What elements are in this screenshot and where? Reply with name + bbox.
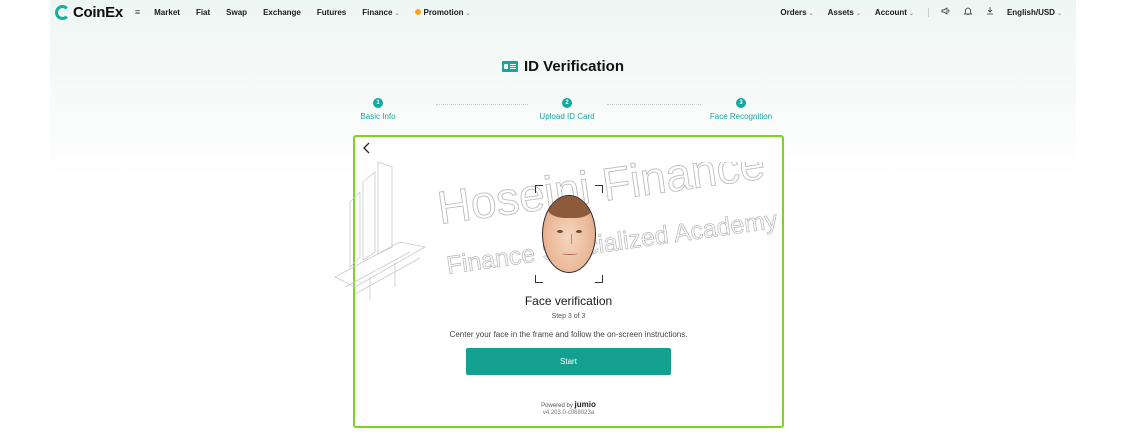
nav-orders[interactable]: Orders ⌄: [780, 8, 813, 17]
nav-promotion[interactable]: Promotion ⌄: [415, 7, 471, 17]
nav-orders-label: Orders: [780, 7, 807, 17]
menu-icon[interactable]: ≡: [135, 7, 140, 17]
step-indicator: Step 3 of 3: [551, 313, 586, 320]
face-eye: [576, 230, 582, 233]
nav-futures[interactable]: Futures: [317, 8, 346, 17]
logo-text: CoinEx: [73, 3, 123, 21]
version-text: v4.203.0-c068023a: [542, 410, 595, 416]
step-upload-id: 2 Upload ID Card: [527, 98, 607, 121]
face-mouth: [562, 252, 578, 255]
page-title: ID Verification: [0, 58, 1126, 75]
face-verification-title: Face verification: [524, 294, 613, 308]
step-number: 1: [373, 98, 383, 108]
nav-assets[interactable]: Assets ⌄: [828, 8, 861, 17]
step-label: Basic Info: [360, 112, 396, 121]
chevron-down-icon: ⌄: [394, 10, 400, 17]
nav-assets-label: Assets: [827, 7, 854, 17]
frame-corner: [595, 185, 603, 193]
start-button[interactable]: Start: [466, 348, 671, 375]
bell-icon[interactable]: [963, 6, 973, 18]
nav-language-label: English/USD: [1006, 7, 1055, 17]
nav-swap[interactable]: Swap: [226, 8, 247, 17]
frame-corner: [535, 185, 543, 193]
face-hair: [547, 196, 593, 218]
nav-market[interactable]: Market: [154, 8, 180, 17]
nav-right: Orders ⌄ Assets ⌄ Account ⌄ English/USD ⌄: [780, 6, 1076, 18]
top-nav: CoinEx ≡ Market Fiat Swap Exchange Futur…: [50, 0, 1076, 24]
nav-account[interactable]: Account ⌄: [875, 8, 914, 17]
speaker-icon[interactable]: [941, 6, 951, 18]
chevron-down-icon: ⌄: [1056, 10, 1062, 17]
instruction-text: Center your face in the frame and follow…: [449, 330, 688, 339]
step-connector: [436, 104, 528, 105]
face-eye: [557, 230, 563, 233]
step-number: 3: [736, 98, 746, 108]
frame-corner: [595, 275, 603, 283]
nav-finance-label: Finance: [362, 7, 393, 17]
step-basic-info: 1 Basic Info: [348, 98, 408, 121]
chevron-down-icon: ⌄: [855, 10, 861, 17]
nav-divider: [927, 7, 929, 17]
powered-by: Powered by jumio: [355, 400, 782, 409]
promotion-icon: [415, 9, 422, 16]
step-face-recognition: 3 Face Recognition: [696, 98, 786, 121]
page: CoinEx ≡ Market Fiat Swap Exchange Futur…: [0, 0, 1126, 436]
back-arrow-icon[interactable]: [362, 141, 372, 157]
download-icon[interactable]: [985, 6, 995, 18]
jumio-logo: jumio: [574, 400, 596, 409]
chevron-down-icon: ⌄: [465, 10, 471, 17]
nav-exchange[interactable]: Exchange: [263, 8, 301, 17]
frame-corner: [535, 275, 543, 283]
nav-language[interactable]: English/USD ⌄: [1007, 8, 1062, 17]
face-nose: [568, 234, 572, 244]
step-number: 2: [562, 98, 572, 108]
powered-by-label: Powered by: [541, 403, 573, 409]
step-label: Face Recognition: [709, 112, 773, 121]
nav-fiat[interactable]: Fiat: [196, 8, 210, 17]
chevron-down-icon: ⌄: [908, 10, 914, 17]
face-illustration: [542, 195, 596, 273]
step-label: Upload ID Card: [539, 112, 595, 121]
watermark-line2: Finance Specialized Academy: [445, 206, 780, 280]
nav-finance[interactable]: Finance ⌄: [362, 8, 399, 17]
id-card-icon: [501, 61, 518, 72]
logo[interactable]: CoinEx: [55, 4, 123, 21]
nav-promotion-label: Promotion: [423, 7, 464, 17]
face-verification-card: Hoseini Finance Finance Specialized Acad…: [334, 135, 784, 428]
page-title-text: ID Verification: [523, 58, 625, 75]
face-frame: [535, 185, 603, 283]
step-connector: [607, 104, 701, 105]
coinex-logo-icon: [55, 4, 70, 20]
chevron-down-icon: ⌄: [808, 10, 814, 17]
nav-account-label: Account: [874, 7, 907, 17]
